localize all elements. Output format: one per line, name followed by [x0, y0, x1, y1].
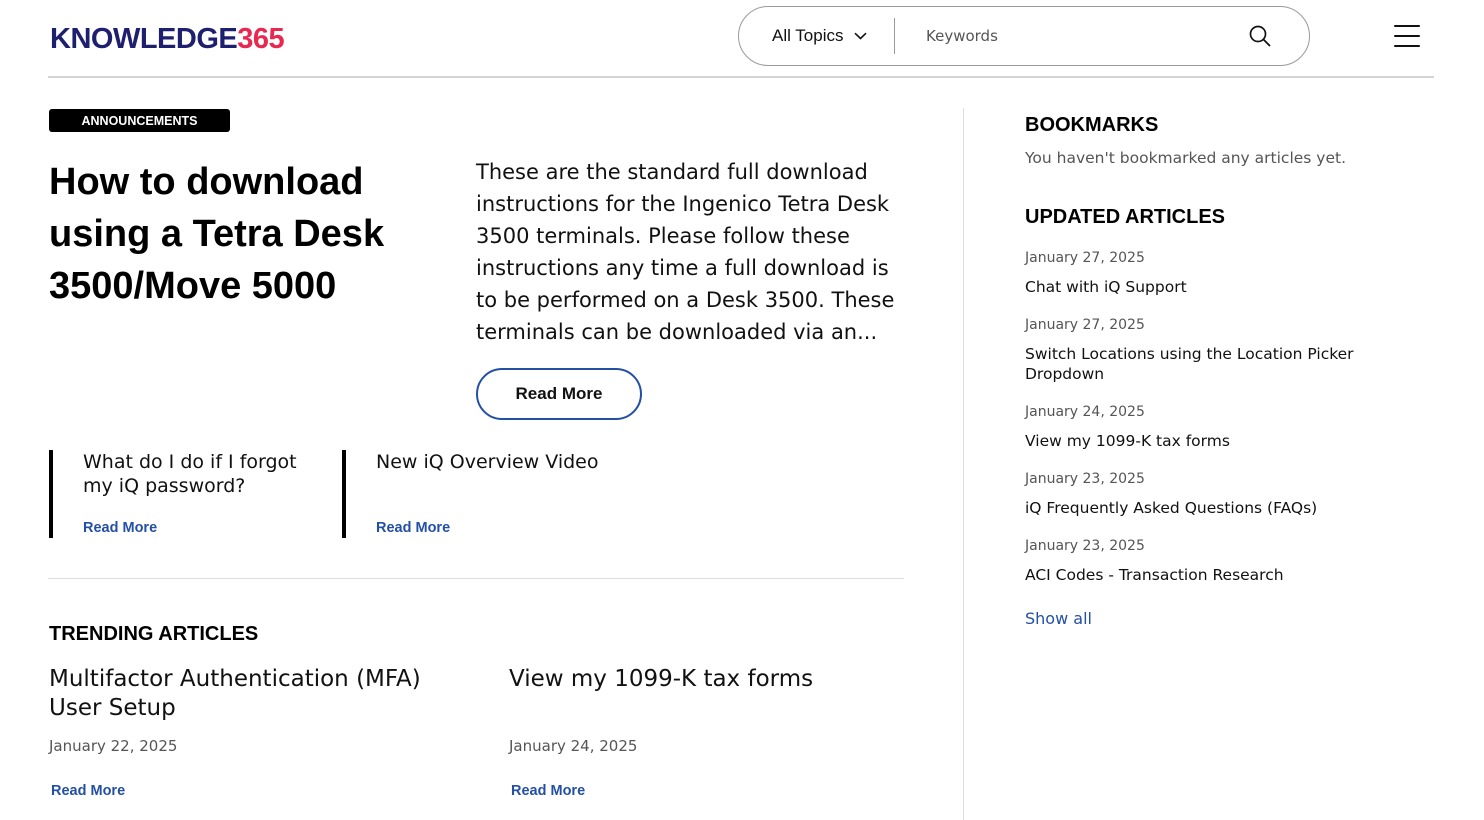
- section-divider: [48, 578, 904, 579]
- trending-article-title[interactable]: View my 1099-K tax forms: [509, 665, 909, 729]
- trending-article-title[interactable]: Multifactor Authentication (MFA) User Se…: [49, 665, 449, 729]
- updated-article: January 23, 2025 ACI Codes - Transaction…: [1025, 537, 1385, 585]
- menu-line: [1394, 25, 1420, 27]
- sub-article: New iQ Overview Video Read More: [342, 450, 642, 538]
- updated-article-link[interactable]: Switch Locations using the Location Pick…: [1025, 344, 1385, 384]
- bookmarks-heading: BOOKMARKS: [1025, 114, 1159, 136]
- search-input[interactable]: [895, 7, 1249, 65]
- updated-article-date: January 27, 2025: [1025, 317, 1145, 333]
- trending-article-date: January 24, 2025: [509, 737, 638, 755]
- logo[interactable]: KNOWLEDGE365: [50, 22, 285, 56]
- updated-article-date: January 24, 2025: [1025, 404, 1145, 420]
- trending-article: View my 1099-K tax forms January 24, 202…: [509, 665, 909, 799]
- search-button[interactable]: [1249, 7, 1309, 65]
- header-divider: [48, 76, 1434, 78]
- category-badge[interactable]: ANNOUNCEMENTS: [49, 109, 230, 132]
- chevron-down-icon: [853, 32, 867, 40]
- updated-article-date: January 23, 2025: [1025, 538, 1145, 554]
- updated-article-date: January 27, 2025: [1025, 250, 1145, 266]
- sub-article: What do I do if I forgot my iQ password?…: [49, 450, 329, 538]
- topic-dropdown[interactable]: All Topics: [739, 7, 894, 65]
- updated-article-link[interactable]: Chat with iQ Support: [1025, 277, 1385, 297]
- updated-article-date: January 23, 2025: [1025, 471, 1145, 487]
- show-all-link[interactable]: Show all: [1025, 609, 1092, 628]
- trending-read-more-link[interactable]: Read More: [51, 783, 125, 799]
- trending-read-more-link[interactable]: Read More: [511, 783, 585, 799]
- search-bar: All Topics: [738, 6, 1310, 66]
- updated-article-link[interactable]: View my 1099-K tax forms: [1025, 431, 1385, 451]
- updated-articles-heading: UPDATED ARTICLES: [1025, 206, 1225, 228]
- search-icon: [1249, 25, 1271, 47]
- featured-read-more-button[interactable]: Read More: [476, 368, 642, 420]
- hamburger-menu-icon[interactable]: [1394, 25, 1420, 47]
- sub-article-title[interactable]: New iQ Overview Video: [376, 450, 606, 474]
- bookmarks-empty-message: You haven't bookmarked any articles yet.: [1025, 149, 1346, 167]
- sub-article-title[interactable]: What do I do if I forgot my iQ password?: [83, 450, 313, 498]
- updated-article: January 27, 2025 Chat with iQ Support: [1025, 249, 1385, 297]
- trending-heading: TRENDING ARTICLES: [49, 623, 259, 645]
- menu-line: [1394, 45, 1420, 47]
- trending-article-date: January 22, 2025: [49, 737, 178, 755]
- updated-article-link[interactable]: iQ Frequently Asked Questions (FAQs): [1025, 498, 1385, 518]
- updated-article: January 27, 2025 Switch Locations using …: [1025, 316, 1385, 384]
- trending-article: Multifactor Authentication (MFA) User Se…: [49, 665, 449, 799]
- menu-line: [1394, 35, 1420, 37]
- sub-article-read-more-link[interactable]: Read More: [83, 520, 157, 536]
- logo-number: 365: [237, 23, 285, 55]
- updated-article-link[interactable]: ACI Codes - Transaction Research: [1025, 565, 1385, 585]
- topic-dropdown-label: All Topics: [772, 26, 844, 45]
- logo-text: KNOWLEDGE: [50, 23, 238, 55]
- featured-description: These are the standard full download ins…: [476, 160, 895, 344]
- updated-article: January 23, 2025 iQ Frequently Asked Que…: [1025, 470, 1385, 518]
- column-divider: [963, 108, 964, 820]
- featured-title[interactable]: How to download using a Tetra Desk 3500/…: [49, 156, 439, 312]
- updated-article: January 24, 2025 View my 1099-K tax form…: [1025, 403, 1385, 451]
- sub-article-read-more-link[interactable]: Read More: [376, 520, 450, 536]
